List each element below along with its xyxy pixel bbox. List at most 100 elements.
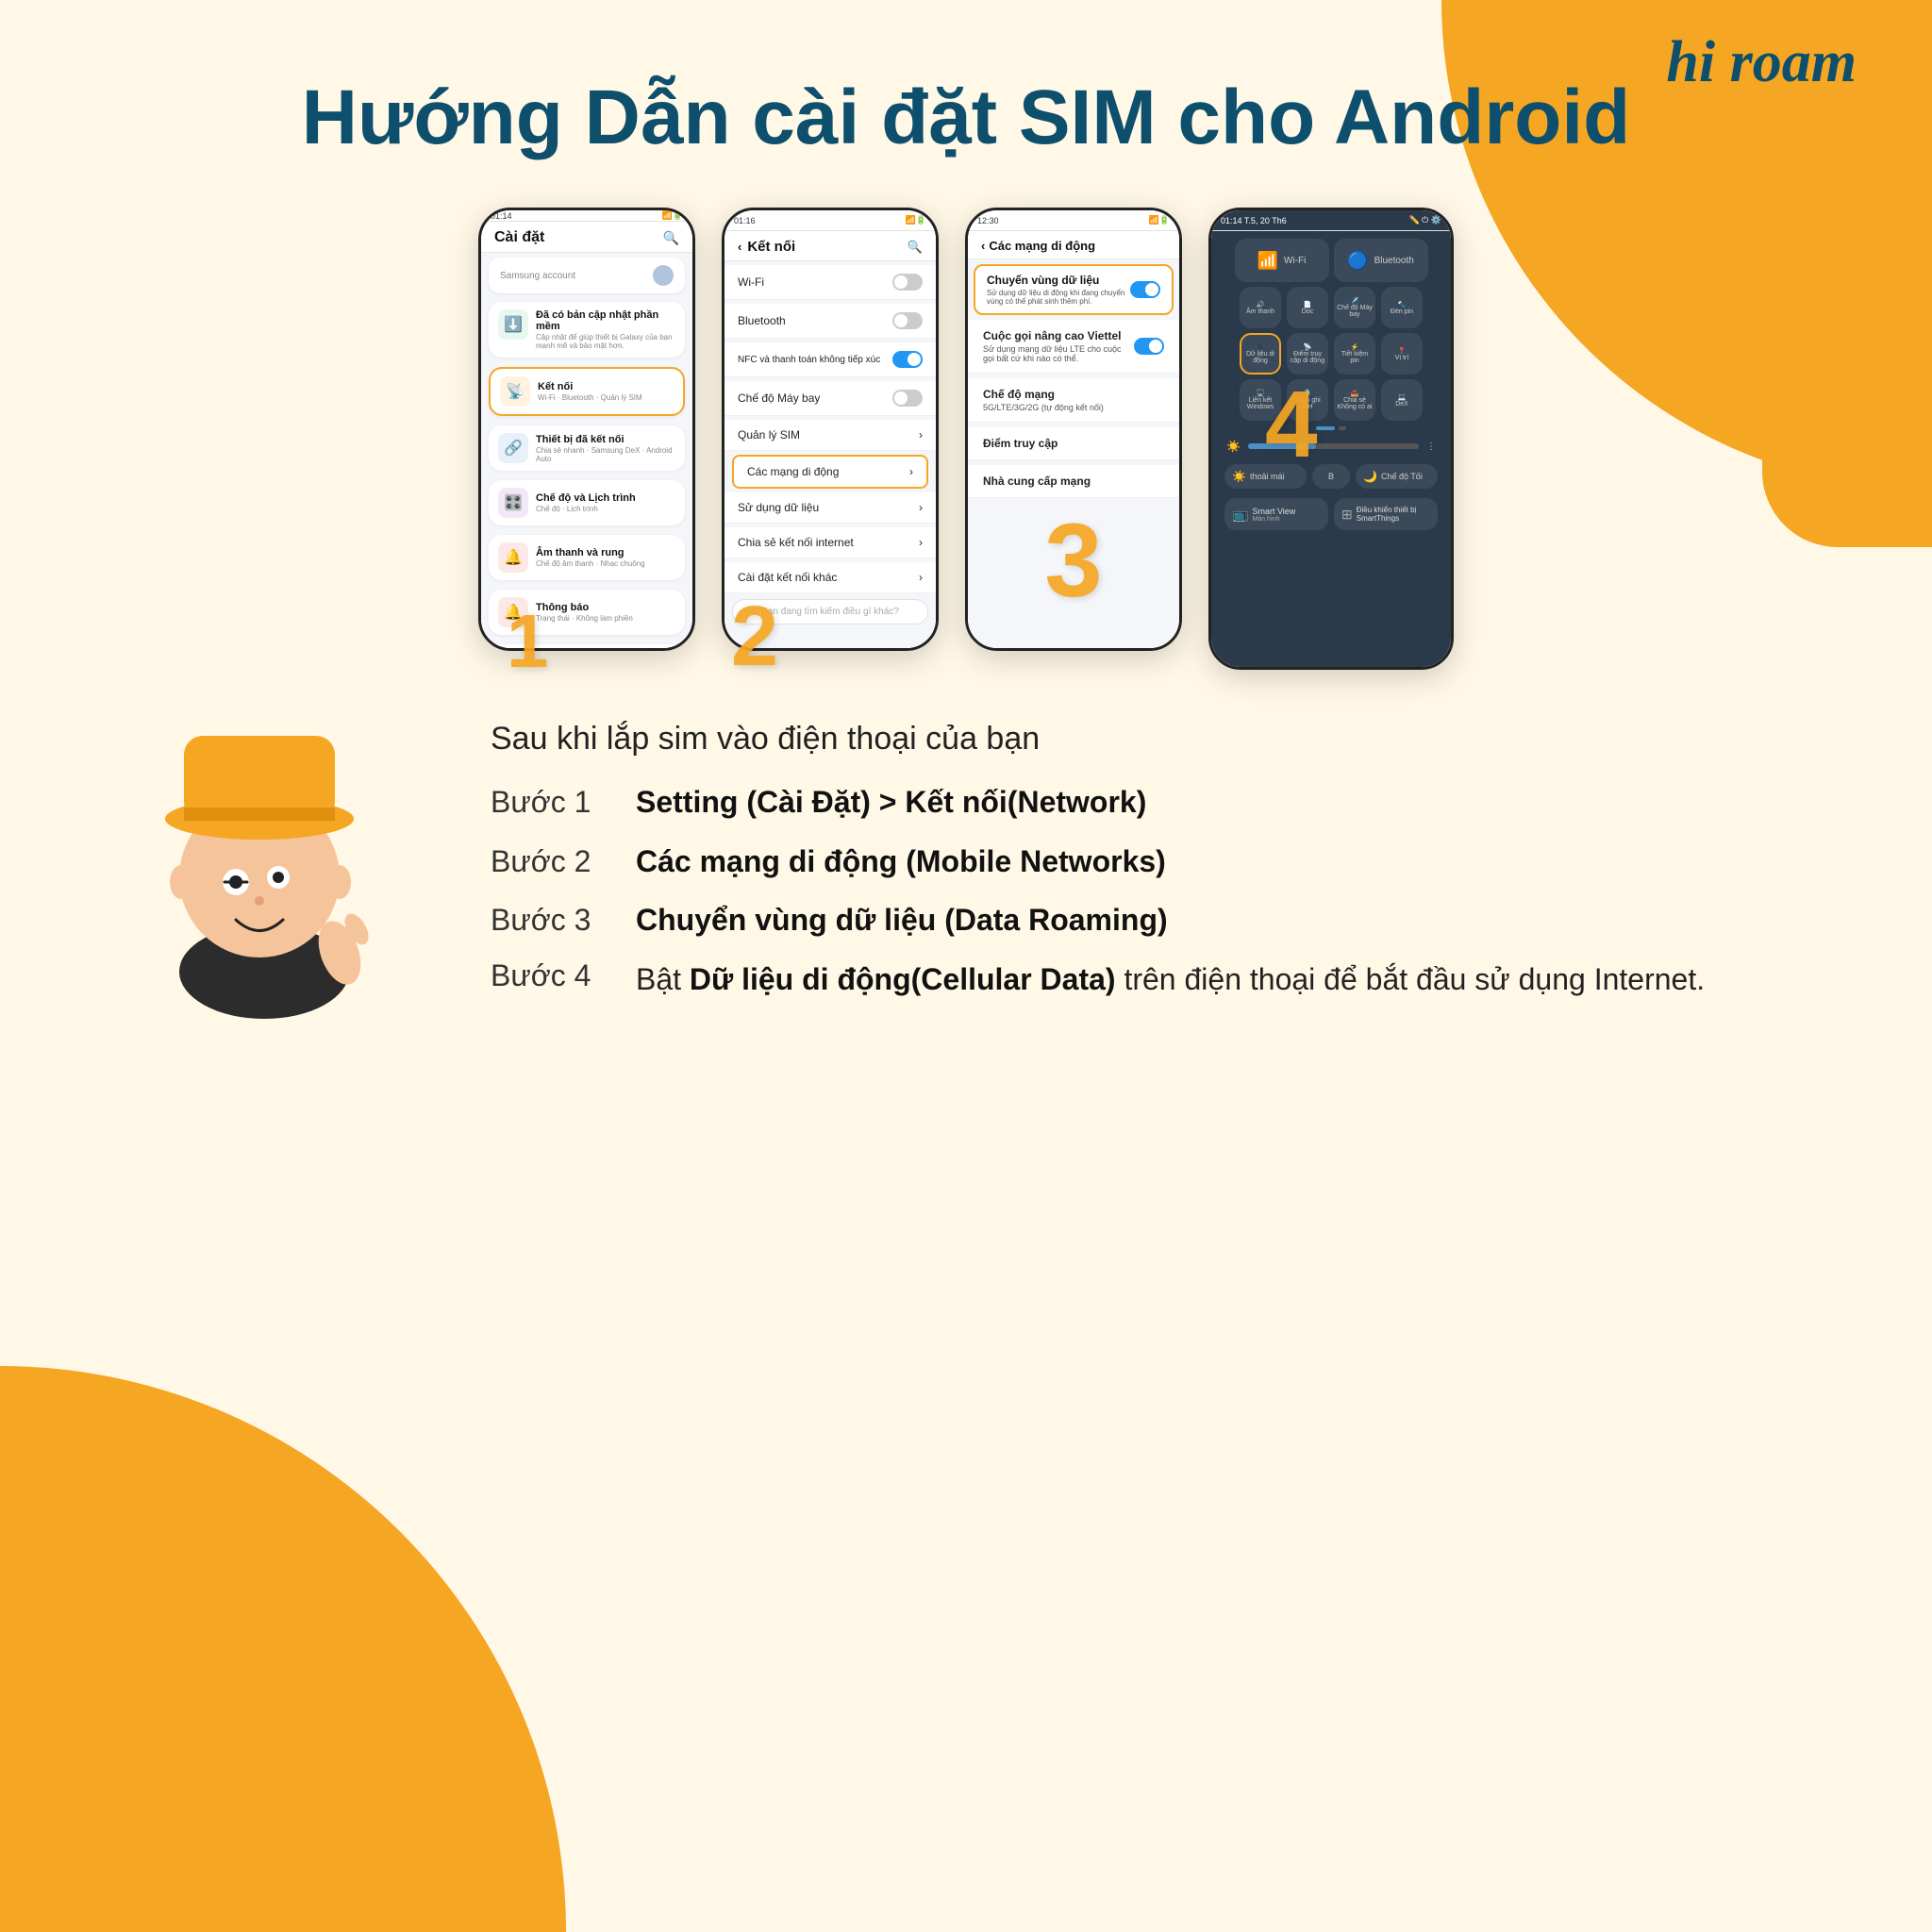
quick-battery-tile[interactable]: 🔦 Đèn pin: [1381, 287, 1423, 328]
powersave-tile-icon: ⚡: [1351, 343, 1359, 351]
mobile-networks-label: Các mạng di động: [747, 465, 839, 478]
step4-label: Bước 4: [491, 958, 613, 993]
quick-bluetooth-tile[interactable]: 🔵 Bluetooth: [1334, 239, 1428, 282]
data-roaming-sub: Sử dụng dữ liệu di động khi đang chuyển …: [987, 289, 1130, 306]
phone1-sound-item: 🔔 Âm thanh và rung Chế độ âm thanh · Nhạ…: [489, 535, 685, 580]
phone1-devices-item: 🔗 Thiết bị đã kết nối Chia sẻ nhanh · Sa…: [489, 425, 685, 471]
windows-tile-icon: 🖥️: [1257, 390, 1265, 397]
dot-active: [1316, 426, 1335, 430]
step2-line: Bước 2 Các mạng di động (Mobile Networks…: [491, 841, 1819, 883]
powersave-tile-label: Tiết kiệm pin: [1337, 351, 1373, 364]
step4-desc: Bật Dữ liệu di động(Cellular Data) trên …: [636, 958, 1705, 1001]
step1-desc: Setting (Cài Đặt) > Kết nối(Network): [636, 781, 1146, 824]
quick-row2: 🔊 Âm thanh 📄 Doc ✈️ Chế độ Máy bay: [1219, 287, 1443, 328]
phone4-content: 📶 Wi-Fi 🔵 Bluetooth 🔊: [1211, 231, 1451, 667]
phone1-status-bar: 01:14 📶🔋: [481, 210, 692, 222]
mode-chedt[interactable]: 🌙 Chế độ Tối: [1356, 464, 1438, 489]
update-title: Đã có bản cập nhật phần mềm: [536, 309, 675, 332]
ketno-sub: Wi-Fi · Bluetooth · Quản lý SIM: [538, 393, 674, 402]
smartthings-button[interactable]: ⊞ Điều khiển thiết bị SmartThings: [1334, 498, 1438, 530]
wifi-label: Wi-Fi: [738, 275, 764, 289]
conn-data-usage[interactable]: Sử dụng dữ liệu ›: [724, 492, 936, 524]
airplane-toggle[interactable]: [892, 390, 923, 407]
phone2-icons: 📶🔋: [906, 215, 926, 225]
phone3-back: ‹: [981, 239, 985, 253]
phone1-search-icon[interactable]: 🔍: [663, 230, 679, 246]
conn-hotspot[interactable]: Chia sẻ kết nối internet ›: [724, 527, 936, 558]
quick-data-tile[interactable]: ⇅ Dữ liệu di động: [1240, 333, 1281, 375]
quick-hotspot2-tile[interactable]: 📡 Điểm truy cập di động: [1287, 333, 1328, 375]
mode-text: Chế độ và Lịch trình Chế độ · Lịch trình: [536, 492, 675, 513]
quick-dex-tile[interactable]: 💻 DeX: [1381, 379, 1423, 421]
search-hint-text: Bạn đang tìm kiếm điều gì khác?: [761, 607, 899, 617]
conn-airplane: Chế độ Máy bay: [724, 381, 936, 416]
phone1-mode-item: 🎛️ Chế độ và Lịch trình Chế độ · Lịch tr…: [489, 480, 685, 525]
dex-tile-label: DeX: [1395, 401, 1408, 408]
share-tile-icon: 📤: [1351, 390, 1359, 397]
samsung-account-label: Samsung account: [500, 271, 575, 281]
smart-view-text: Smart View Màn hình: [1252, 507, 1295, 523]
conn-sim[interactable]: Quản lý SIM ›: [724, 420, 936, 451]
airplane-tile-icon: ✈️: [1351, 297, 1359, 305]
phone1-step-badge: 1: [507, 604, 549, 679]
sound-icon: 🔔: [498, 542, 528, 573]
quick-row4: 🖥️ Liên kết Windows 🎙️ Trình ghi MH 📤 Ch…: [1219, 379, 1443, 421]
bluetooth-tile-label: Bluetooth: [1374, 256, 1414, 266]
data-tile-label: Dữ liệu di động: [1244, 351, 1276, 364]
step4-line: Bước 4 Bật Dữ liệu di động(Cellular Data…: [491, 958, 1819, 1001]
quick-powersave-tile[interactable]: ⚡ Tiết kiệm pin: [1334, 333, 1375, 375]
hotspot2-tile-icon: 📡: [1304, 343, 1312, 351]
smartthings-text: Điều khiển thiết bị SmartThings: [1357, 506, 1430, 523]
dots-indicator: [1219, 426, 1443, 430]
mode-buttons-row: ☀️ thoải mái B 🌙 Chế độ Tối: [1219, 460, 1443, 492]
access-point-item[interactable]: Điểm truy cập: [968, 427, 1179, 460]
quick-doc-tile[interactable]: 📄 Doc: [1287, 287, 1328, 328]
step1-number: 1: [507, 599, 549, 683]
bluetooth-toggle[interactable]: [892, 312, 923, 329]
wifi-toggle[interactable]: [892, 274, 923, 291]
viettel-toggle[interactable]: [1134, 338, 1164, 355]
nfc-toggle[interactable]: [892, 351, 923, 368]
step3-desc: Chuyển vùng dữ liệu (Data Roaming): [636, 899, 1168, 941]
data-roaming-toggle[interactable]: [1130, 281, 1160, 298]
mode-chedt-label: Chế độ Tối: [1381, 472, 1423, 481]
quick-airplane-tile[interactable]: ✈️ Chế độ Máy bay: [1334, 287, 1375, 328]
mode-sub: Chế độ · Lịch trình: [536, 505, 675, 513]
phone4-time: 01:14 T.5, 20 Th6: [1221, 216, 1287, 225]
phone2-wrapper: 01:16 📶🔋 ‹ Kết nối 🔍 Wi-Fi: [722, 208, 939, 670]
logo-roam: roam: [1730, 30, 1857, 94]
airplane-tile-label: Chế độ Máy bay: [1337, 305, 1373, 318]
network-mode-sub: 5G/LTE/3G/2G (tự động kết nối): [983, 403, 1164, 412]
conn-mobile-networks[interactable]: Các mạng di động ›: [732, 455, 928, 489]
sound-sub: Chế độ âm thanh · Nhạc chuông: [536, 559, 675, 568]
quick-wifi-tile[interactable]: 📶 Wi-Fi: [1235, 239, 1329, 282]
data-usage-arrow: ›: [919, 501, 923, 514]
other-label: Cài đặt kết nối khác: [738, 571, 837, 584]
brightness-more: ⋮: [1426, 441, 1436, 452]
phone2-search-icon[interactable]: 🔍: [908, 240, 923, 255]
phone2-status-bar: 01:16 📶🔋: [724, 210, 936, 231]
step2-number: 2: [731, 590, 778, 684]
step2-label: Bước 2: [491, 844, 613, 879]
phone2-screen: 01:16 📶🔋 ‹ Kết nối 🔍 Wi-Fi: [724, 210, 936, 648]
network-provider-item[interactable]: Nhà cung cấp mạng: [968, 465, 1179, 498]
quick-location-tile[interactable]: 📍 Vị trí: [1381, 333, 1423, 375]
instructions-section: Sau khi lắp sim vào điện thoại của bạn B…: [57, 708, 1875, 1028]
dot-inactive: [1339, 426, 1346, 430]
location-tile-icon: 📍: [1398, 347, 1407, 355]
phone1-update-item: ⬇️ Đã có bản cập nhật phần mềm Cập nhật …: [489, 302, 685, 358]
phone3-header: ‹ Các mạng di động: [968, 231, 1179, 259]
smart-view-button[interactable]: 📺 Smart View Màn hình: [1224, 498, 1328, 530]
mode-sun-icon: ☀️: [1232, 470, 1246, 483]
network-mode-item[interactable]: Chế độ mạng 5G/LTE/3G/2G (tự động kết nố…: [968, 378, 1179, 423]
quick-share-tile[interactable]: 📤 Chia sẻ Không có ai: [1334, 379, 1375, 421]
phone4-screen: 01:14 T.5, 20 Th6 ✏️ ⏻ ⚙️ 📶 Wi-Fi 🔵: [1211, 210, 1451, 667]
mode-eye-care[interactable]: B: [1312, 464, 1350, 489]
viettel-sub: Sử dụng mạng dữ liệu LTE cho cuộc gọi bấ…: [983, 344, 1134, 363]
network-provider-title: Nhà cung cấp mạng: [983, 475, 1164, 488]
airplane-label: Chế độ Máy bay: [738, 391, 820, 405]
quick-sound-tile[interactable]: 🔊 Âm thanh: [1240, 287, 1281, 328]
data-tile-icon: ⇅: [1257, 343, 1263, 351]
data-roaming-toggle-row: Chuyển vùng dữ liệu Sử dụng dữ liệu di đ…: [987, 274, 1160, 306]
data-roaming-item: Chuyển vùng dữ liệu Sử dụng dữ liệu di đ…: [974, 264, 1174, 315]
